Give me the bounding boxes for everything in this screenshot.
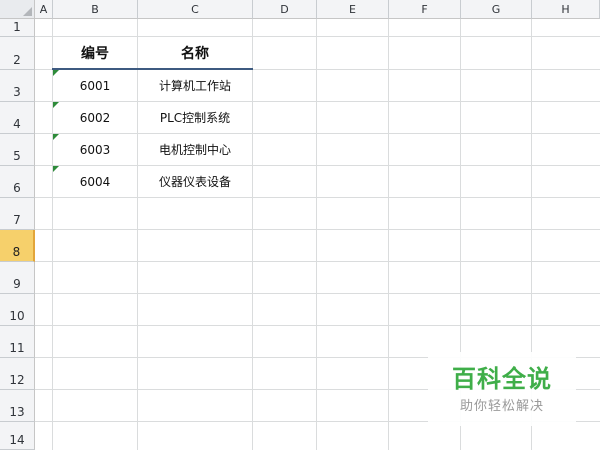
column-header-g[interactable]: G (461, 0, 532, 19)
row-header-3[interactable]: 3 (0, 70, 35, 102)
watermark-logo: 百科全说 助你轻松解决 (428, 352, 576, 426)
cell-b4[interactable]: 6002 (53, 102, 137, 133)
watermark-title: 百科全说 (452, 364, 552, 393)
select-all-triangle-icon (23, 7, 32, 16)
column-header-f[interactable]: F (389, 0, 461, 19)
row-header-8[interactable]: 8 (0, 230, 35, 262)
error-indicator-icon[interactable] (53, 134, 59, 140)
select-all-button[interactable] (0, 0, 35, 19)
gridline (35, 229, 600, 230)
row-header-6[interactable]: 6 (0, 166, 35, 198)
error-indicator-icon[interactable] (53, 102, 59, 108)
column-header-h[interactable]: H (532, 0, 600, 19)
column-header-c[interactable]: C (138, 0, 253, 19)
cell-c4[interactable]: PLC控制系统 (138, 102, 252, 133)
error-indicator-icon[interactable] (53, 70, 59, 76)
cell-c6[interactable]: 仪器仪表设备 (138, 166, 252, 197)
cell-c3[interactable]: 计算机工作站 (138, 70, 252, 101)
column-header-e[interactable]: E (317, 0, 389, 19)
row-header-14[interactable]: 14 (0, 422, 35, 450)
gridline (252, 19, 253, 450)
row-header-5[interactable]: 5 (0, 134, 35, 166)
row-header-9[interactable]: 9 (0, 262, 35, 294)
cell-b3[interactable]: 6001 (53, 70, 137, 101)
gridline (388, 19, 389, 450)
watermark-subtitle: 助你轻松解决 (459, 398, 544, 414)
error-indicator-icon[interactable] (53, 166, 59, 172)
row-header-10[interactable]: 10 (0, 294, 35, 326)
gridline (35, 325, 600, 326)
cell-b2-header-id[interactable]: 编号 (53, 37, 137, 69)
column-header-a[interactable]: A (35, 0, 53, 19)
row-header-11[interactable]: 11 (0, 326, 35, 358)
row-header-13[interactable]: 13 (0, 390, 35, 422)
cell-b6[interactable]: 6004 (53, 166, 137, 197)
row-header-4[interactable]: 4 (0, 102, 35, 134)
column-header-b[interactable]: B (53, 0, 138, 19)
row-header-2[interactable]: 2 (0, 37, 35, 70)
gridline (35, 293, 600, 294)
row-header-1[interactable]: 1 (0, 19, 35, 37)
gridline (35, 261, 600, 262)
gridline (316, 19, 317, 450)
cell-c2-header-name[interactable]: 名称 (138, 37, 252, 69)
cell-c5[interactable]: 电机控制中心 (138, 134, 252, 165)
row-header-7[interactable]: 7 (0, 198, 35, 230)
cell-b5[interactable]: 6003 (53, 134, 137, 165)
column-header-d[interactable]: D (253, 0, 317, 19)
row-header-12[interactable]: 12 (0, 358, 35, 390)
gridline (35, 197, 600, 198)
